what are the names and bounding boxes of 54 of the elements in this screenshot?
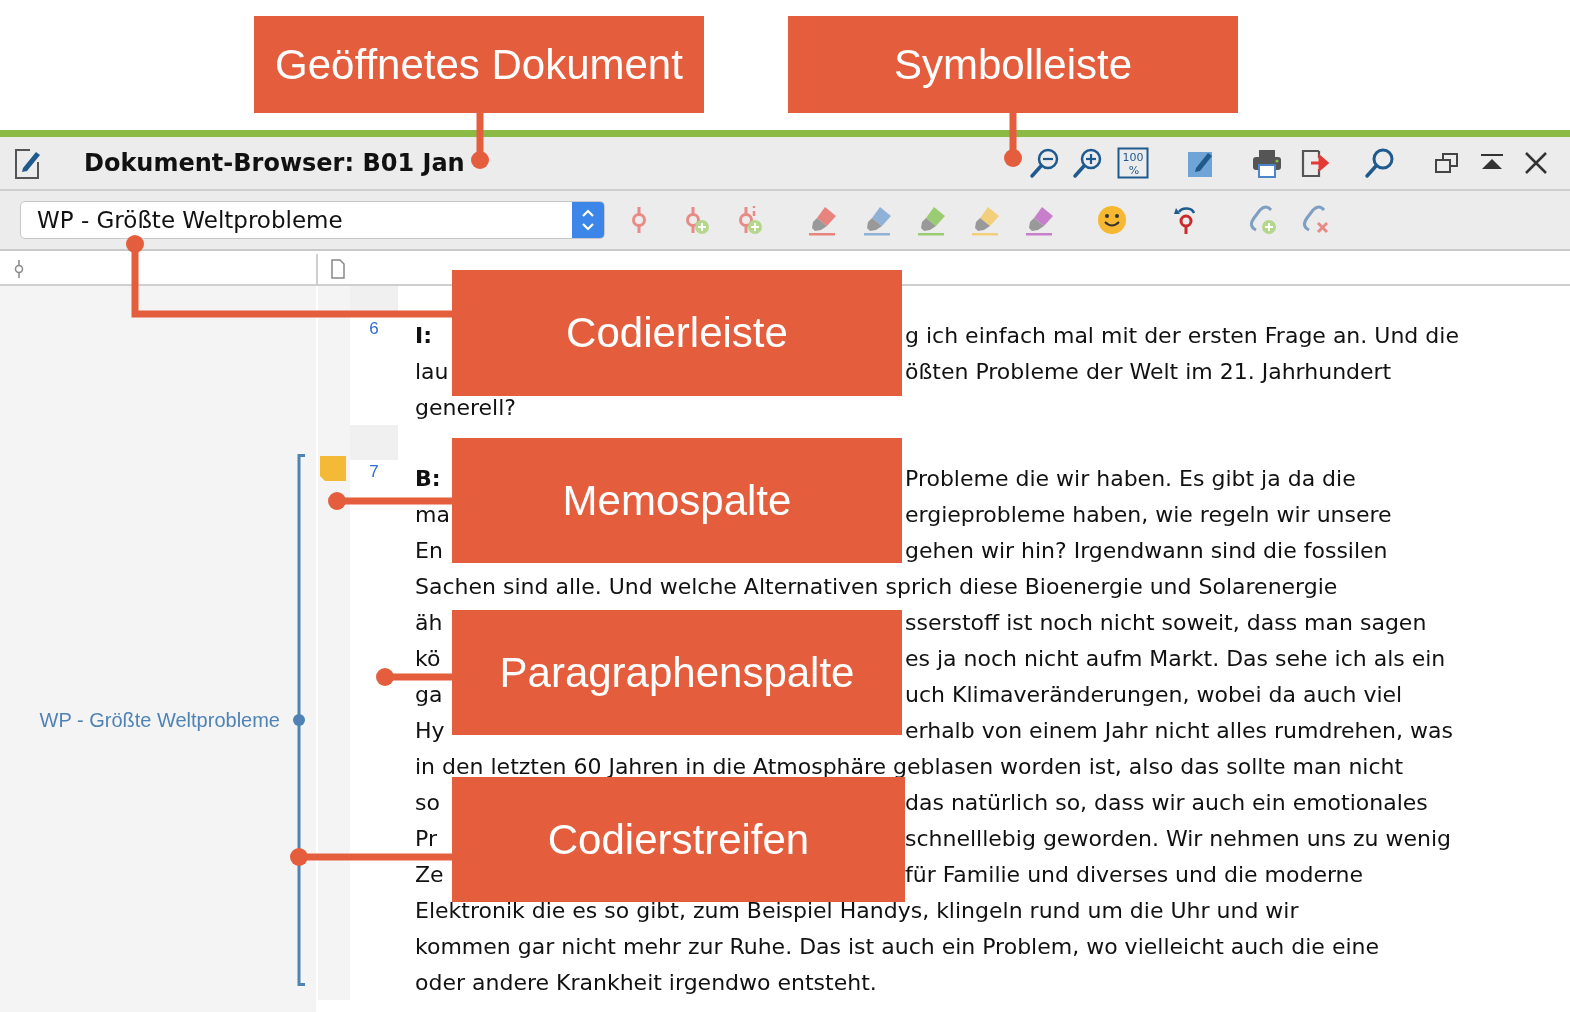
dropdown-arrows-icon <box>580 207 596 233</box>
document-column-icon <box>330 259 346 279</box>
coding-stripe[interactable] <box>292 454 306 986</box>
callout-label: Codierleiste <box>452 270 902 396</box>
text-line: oder andere Krankheit irgendwo entsteht. <box>415 969 877 995</box>
text-fragment: uch Klimaveränderungen, wobei da auch viel <box>905 681 1403 707</box>
leader-line <box>1004 113 1022 167</box>
text-line: generell? <box>415 394 516 420</box>
text-line: kommen gar nicht mehr zur Ruhe. Das ist auch ein Problem, wo vielleicht auch die eine <box>415 933 1379 959</box>
speaker-label: I: <box>415 322 432 348</box>
callout-label: Codierstreifen <box>452 777 905 902</box>
code-column-icon <box>12 259 26 279</box>
code-dropdown[interactable]: WP - Größte Weltprobleme <box>20 201 605 239</box>
text-fragment: ößten Probleme der Welt im 21. Jahrhundert <box>905 358 1392 384</box>
export-icon <box>1299 147 1331 179</box>
text-fragment: Hy <box>415 717 445 743</box>
paragraph-number: 7 <box>369 462 379 483</box>
text-fragment: äh <box>415 609 443 635</box>
text-fragment: das natürlich so, dass wir auch ein emotionales <box>905 789 1428 815</box>
text-fragment: Pr <box>415 825 437 851</box>
text-fragment: gehen wir hin? Irgendwann sind die fossilen <box>905 537 1388 563</box>
zoom-out-icon <box>1029 147 1061 179</box>
zoom-reset-icon: 100 % <box>1117 147 1149 179</box>
text-fragment: sserstoff ist noch nicht soweit, dass man sagen <box>905 609 1427 635</box>
coding-stripe-label: WP - Größte Weltprobleme <box>39 708 280 732</box>
text-line: Sachen sind alle. Und welche Alternativen sprich diese Bioenergie und Solarenergie <box>415 573 1338 599</box>
callout-label: Geöffnetes Dokument <box>254 16 704 113</box>
edit-document-icon <box>14 146 42 180</box>
callout-label: Paragraphenspalte <box>452 610 902 735</box>
text-fragment: Probleme die wir haben. Es gibt ja da die <box>905 465 1356 491</box>
text-fragment: erhalb von einem Jahr nicht alles rumdrehen, was <box>905 717 1453 743</box>
text-fragment: Ze <box>415 861 444 887</box>
text-line: in den letzten 60 Jahren in die Atmosphäre geblasen worden ist, also das sollte man nicht <box>415 753 1404 779</box>
callout-label: Memospalte <box>452 438 902 563</box>
printer-icon <box>1251 147 1283 179</box>
paragraph-number: 6 <box>369 319 379 340</box>
text-fragment: es ja noch nicht aufm Markt. Das sehe ich als ein <box>905 645 1446 671</box>
text-fragment: g ich einfach mal mit der ersten Frage an. Und die <box>905 322 1459 348</box>
text-fragment: für Familie und diverses und die moderne <box>905 861 1364 887</box>
text-fragment: kö <box>415 645 441 671</box>
text-fragment: En <box>415 537 443 563</box>
text-fragment: schnelllebig geworden. Wir nehmen uns zu wenig <box>905 825 1452 851</box>
leader-line <box>471 113 489 169</box>
text-fragment: lau <box>415 358 449 384</box>
speaker-label: B: <box>415 465 441 491</box>
text-fragment: ga <box>415 681 443 707</box>
smiley-icon <box>1096 204 1128 236</box>
text-fragment: so <box>415 789 440 815</box>
text-fragment: ergieprobleme haben, wie regeln wir unsere <box>905 501 1392 527</box>
callout-label: Symbolleiste <box>788 16 1238 113</box>
text-fragment: ma <box>415 501 450 527</box>
search-icon <box>1364 147 1396 179</box>
window-title: Dokument-Browser: B01 Jan <box>84 149 465 177</box>
zoom-in-icon <box>1072 147 1104 179</box>
